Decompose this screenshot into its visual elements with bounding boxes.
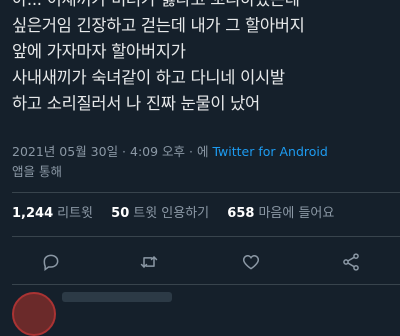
avatar[interactable]	[12, 292, 56, 336]
likes-label: 마음에 들어요	[258, 206, 335, 221]
reply-icon	[43, 254, 59, 271]
quotes-count: 50	[111, 206, 130, 221]
reply-author-name	[62, 292, 172, 302]
retweets-count: 1,244	[12, 206, 54, 221]
tweet-via: 앱을 통해	[12, 164, 62, 179]
quotes-stat[interactable]: 50 트윗 인용하기	[111, 206, 209, 221]
divider	[12, 284, 400, 285]
tweet-timestamp[interactable]: 2021년 05월 30일 · 4:09 오후 · 에	[12, 144, 208, 159]
tweet-text: 아... 이새끼가 미러가 싫다고 꼬리하였는데 싶은거임 긴장하고 걷는데 내…	[12, 0, 392, 117]
tweet-line: 앞에 가자마자 할아버지가	[12, 42, 186, 61]
tweet-meta: 2021년 05월 30일 · 4:09 오후 · 에 Twitter for …	[12, 142, 392, 182]
likes-count: 658	[227, 206, 255, 221]
divider	[12, 192, 400, 193]
retweets-stat[interactable]: 1,244 리트윗	[12, 206, 93, 221]
tweet-line: 싶은거임 긴장하고 걷는데 내가 그 할아버지	[12, 16, 305, 35]
share-button[interactable]	[340, 252, 364, 274]
quotes-label: 트윗 인용하기	[133, 206, 210, 221]
divider	[12, 236, 400, 237]
retweets-label: 리트윗	[57, 206, 94, 221]
tweet-line: 하고 소리질러서 나 진짜 눈물이 났어	[12, 94, 260, 113]
tweet-line: 아... 이새끼가 미러가 싫다고 꼬리하였는데	[12, 0, 392, 13]
likes-stat[interactable]: 658 마음에 들어요	[227, 206, 334, 221]
tweet-stats: 1,244 리트윗 50 트윗 인용하기 658 마음에 들어요	[12, 202, 348, 221]
tweet-line: 사내새끼가 숙녀같이 하고 다니네 이시발	[12, 68, 285, 87]
share-icon	[343, 253, 359, 271]
reply-button[interactable]	[40, 252, 64, 274]
retweet-icon	[140, 256, 158, 268]
tweet-source-link[interactable]: Twitter for Android	[212, 144, 327, 159]
retweet-button[interactable]	[138, 252, 162, 274]
like-icon	[242, 254, 260, 270]
like-button[interactable]	[240, 252, 264, 274]
tweet-actions	[0, 246, 400, 280]
